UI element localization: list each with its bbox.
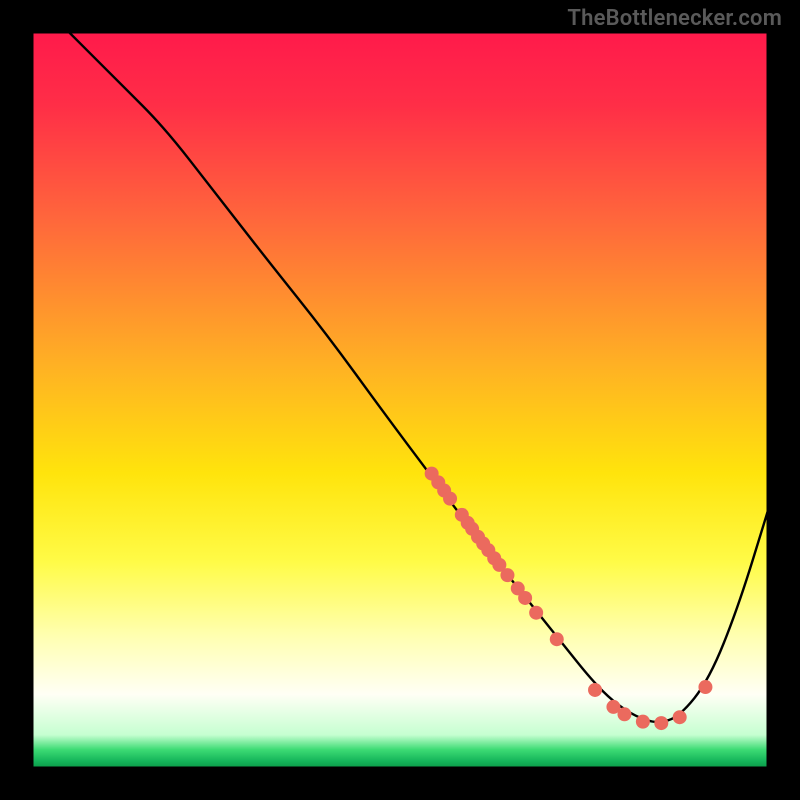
data-point <box>698 680 712 694</box>
gradient-background <box>32 32 768 768</box>
chart-container: TheBottlenecker.com <box>0 0 800 800</box>
data-point <box>654 716 668 730</box>
data-point <box>673 710 687 724</box>
data-point <box>617 707 631 721</box>
data-point <box>529 606 543 620</box>
data-point <box>636 715 650 729</box>
watermark-text: TheBottlenecker.com <box>567 6 782 31</box>
data-point <box>588 683 602 697</box>
data-point <box>443 492 457 506</box>
bottleneck-chart <box>0 0 800 800</box>
data-point <box>518 591 532 605</box>
data-point <box>550 632 564 646</box>
data-point <box>500 568 514 582</box>
